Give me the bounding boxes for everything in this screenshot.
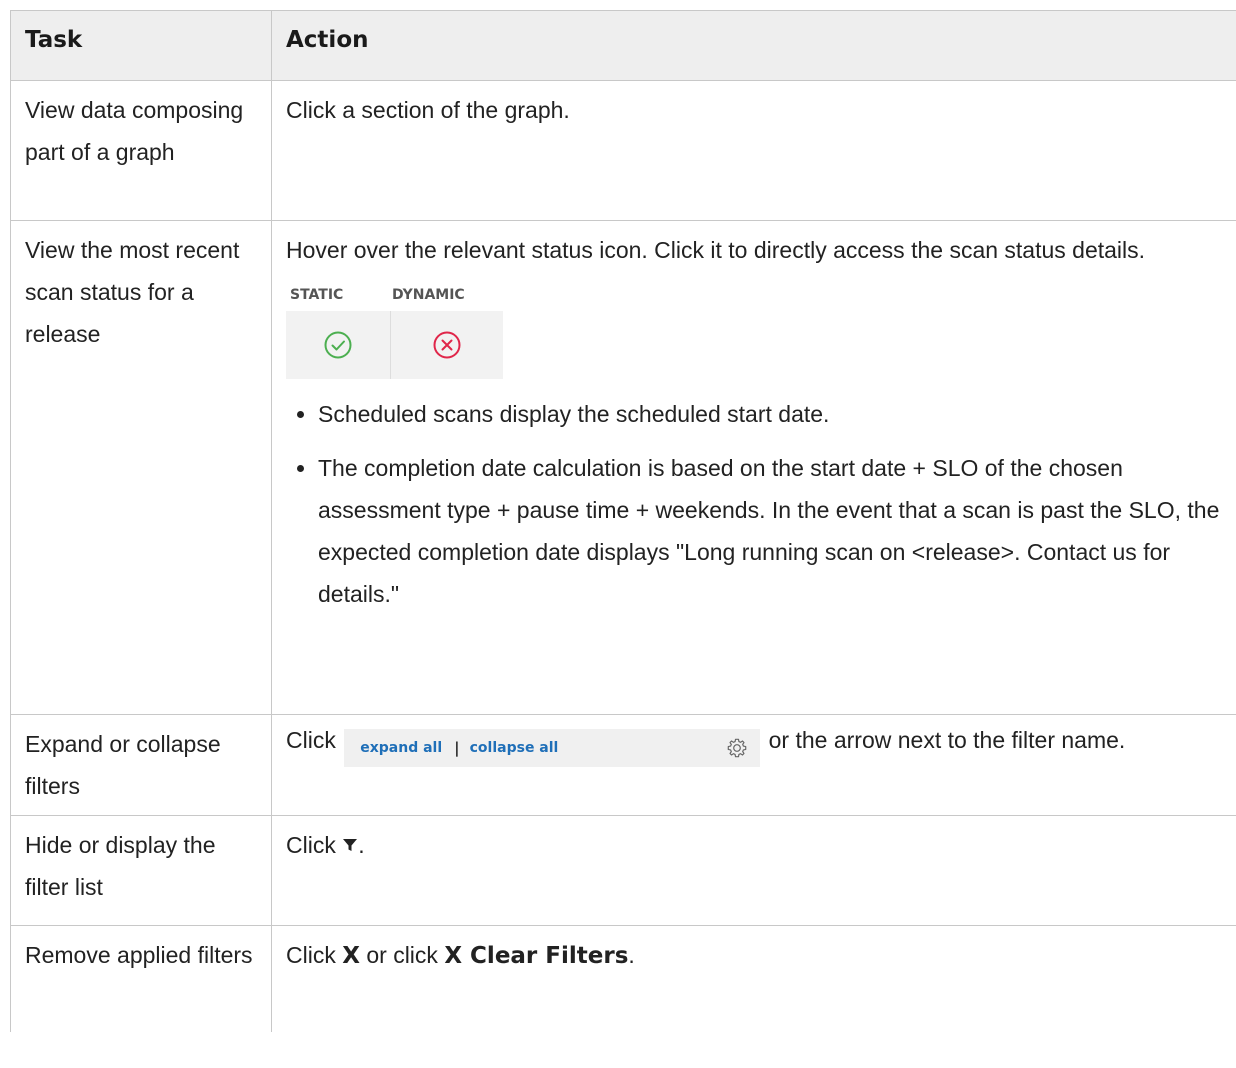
task-cell: Remove applied filters [10,925,272,1032]
table-row: View data composing part of a graph Clic… [10,80,1236,221]
link-separator: | [454,738,460,757]
scan-status-figure: STATIC DYNAMIC [286,285,503,379]
action-prefix: Click [286,832,336,858]
dynamic-label: DYNAMIC [392,287,465,303]
action-cell: Click expand all | collapse all or the a… [271,714,1236,816]
funnel-icon[interactable] [342,837,358,853]
table-row: Expand or collapse filters Click expand … [10,714,1236,816]
gear-icon [727,738,747,758]
task-action-table: Task Action View data composing part of … [10,10,1236,1032]
collapse-all-link[interactable]: collapse all [470,729,559,767]
column-header-task: Task [10,10,272,81]
task-cell: View the most recent scan status for a r… [10,220,272,715]
static-label: STATIC [290,287,344,303]
action-suffix: or the arrow next to the filter name. [768,727,1126,753]
action-middle: or click [366,942,438,968]
filter-controls-bar: expand all | collapse all [344,728,761,767]
table-header-row: Task Action [10,10,1236,81]
action-cell: Click a section of the graph. [271,80,1236,221]
action-cell: Click . [271,815,1236,926]
static-status-cell[interactable] [286,311,391,379]
status-icons-row [286,311,503,379]
action-suffix: . [628,942,635,968]
expand-all-link[interactable]: expand all [360,729,442,767]
x-circle-icon[interactable] [432,330,462,360]
table-row: Hide or display the filter list Click . [10,815,1236,926]
settings-button[interactable] [726,737,748,759]
list-item: Scheduled scans display the scheduled st… [318,393,1222,435]
action-text: Hover over the relevant status icon. Cli… [286,237,1146,263]
table-row: Remove applied filters Click X or click … [10,925,1236,1032]
action-cell: Hover over the relevant status icon. Cli… [271,220,1236,715]
action-suffix: . [358,832,365,858]
list-item: The completion date calculation is based… [318,447,1222,615]
task-cell: Expand or collapse filters [10,714,272,816]
task-cell: Hide or display the filter list [10,815,272,926]
clear-filters-label: X Clear Filters [444,943,629,969]
task-cell: View data composing part of a graph [10,80,272,221]
table-row: View the most recent scan status for a r… [10,220,1236,715]
action-cell: Click X or click X Clear Filters. [271,925,1236,1032]
check-circle-icon[interactable] [323,330,353,360]
action-prefix: Click [286,727,336,753]
column-header-action: Action [271,10,1236,81]
status-labels: STATIC DYNAMIC [286,285,503,311]
action-prefix: Click [286,942,336,968]
dynamic-status-cell[interactable] [391,311,503,379]
remove-filter-x: X [342,943,360,969]
bullet-list: Scheduled scans display the scheduled st… [286,393,1222,615]
